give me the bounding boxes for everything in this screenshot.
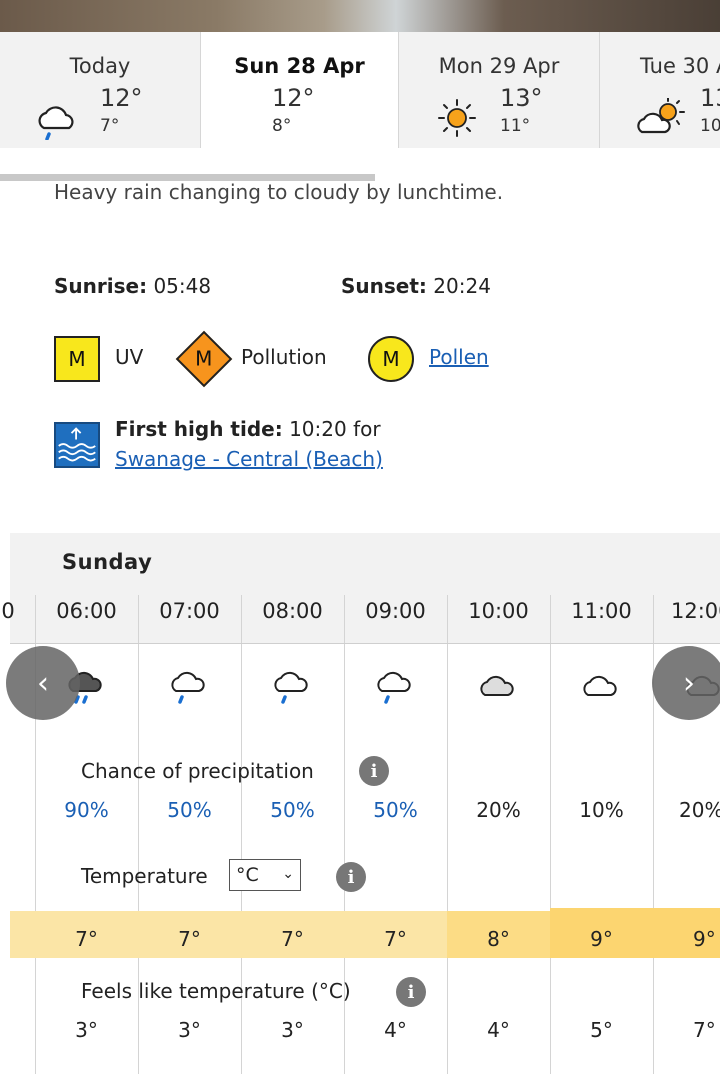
uv-label: UV [115,345,144,369]
pollen-level: M [382,347,400,371]
tab-name: Mon 29 Apr [438,54,560,78]
pollution-badge: M [175,330,233,388]
temperature-info-icon[interactable]: i [336,862,366,892]
feels-like-value: 3° [75,1018,98,1042]
light-rain-icon [274,671,308,704]
scroll-right-button[interactable]: › [652,646,720,720]
hourly-day-label: Sunday [62,550,153,574]
hero-image [0,0,720,32]
feels-like-value: 3° [178,1018,201,1042]
pollution-label: Pollution [241,345,327,369]
sunrise-label: Sunrise: [54,274,148,298]
temperature-value: 7° [75,927,98,951]
feels-like-value: 4° [384,1018,407,1042]
tab-name: Today [69,54,131,78]
precip-value: 20% [476,798,521,822]
precip-label: Chance of precipitation [81,759,314,783]
unit-value: °C [236,864,259,886]
tab-mon-29-apr[interactable]: Mon 29 Apr 13° 11° [399,32,600,148]
feels-like-value: 3° [281,1018,304,1042]
temperature-label: Temperature [81,864,208,888]
scroll-left-button[interactable]: ‹ [6,646,80,720]
pollen-badge: M [368,336,414,382]
tab-min-temp: 7° [100,116,120,136]
temperature-unit-select[interactable]: °C ⌄ [229,859,301,891]
temperature-value: 7° [384,927,407,951]
sunset-label: Sunset: [341,274,427,298]
light-cloud-icon [583,675,617,696]
tab-name: Tue 30 Apr [640,54,720,78]
feels-like-info-icon[interactable]: i [396,977,426,1007]
tide-time: 10:20 for [289,417,381,441]
sunset-time: 20:24 [433,274,491,298]
hour-label: 10:00 [468,599,529,623]
temperature-value: 7° [281,927,304,951]
header-divider [10,643,720,644]
hour-previous: 0 [1,599,15,623]
tab-max-temp: 13° [500,84,543,112]
chevron-left-icon: ‹ [37,665,49,701]
day-tabs: Today 12° 7° Sun 28 Apr 12° 8° Mon 29 Ap… [0,32,720,181]
sunrise-time: 05:48 [153,274,212,298]
tab-min-temp: 11° [500,116,531,136]
tab-sun-28-apr[interactable]: Sun 28 Apr 12° 8° [201,32,399,148]
sun-cloud-icon [637,98,685,134]
tab-min-temp: 10° [700,116,720,136]
column-divider [550,595,551,1074]
hour-label: 09:00 [365,599,426,623]
uv-badge: M [54,336,100,382]
tab-max-temp: 13° [700,84,720,112]
precip-value: 20% [679,798,720,822]
chevron-right-icon: › [683,665,695,701]
hour-label: 08:00 [262,599,323,623]
column-divider [653,595,654,1074]
feels-like-label: Feels like temperature (°C) [81,979,351,1003]
pollen-link[interactable]: Pollen [429,345,489,369]
precip-value: 90% [64,798,109,822]
tide-icon [54,422,100,468]
feels-like-value: 5° [590,1018,613,1042]
rain-cloud-icon [38,106,74,140]
day-summary: Heavy rain changing to cloudy by lunchti… [54,180,504,204]
feels-like-value: 7° [693,1018,716,1042]
hour-label: 12:00 [671,599,720,623]
sunset: Sunset: 20:24 [341,274,491,298]
precip-info-icon[interactable]: i [359,756,389,786]
tab-tue-30-apr[interactable]: Tue 30 Apr 13° 10° [600,32,720,148]
temperature-value: 9° [693,927,716,951]
pollution-level: M [195,346,213,371]
temperature-value: 8° [487,927,510,951]
hourly-forecast: Sunday 0 06:00 07:00 08:00 09:00 10:00 1… [1,533,720,1074]
hour-label: 11:00 [571,599,632,623]
tab-min-temp: 8° [272,116,292,136]
temperature-value: 7° [178,927,201,951]
sunrise: Sunrise: 05:48 [54,274,211,298]
tab-max-temp: 12° [100,84,143,112]
cloud-icon [480,675,514,696]
light-rain-icon [171,671,205,704]
tide-label: First high tide: [115,417,283,441]
precip-value: 50% [167,798,212,822]
precip-value: 50% [373,798,418,822]
tide-info: First high tide: 10:20 for [115,417,381,441]
tab-name: Sun 28 Apr [234,54,365,78]
uv-level: M [68,347,86,371]
light-rain-icon [377,671,411,704]
precip-value: 10% [579,798,624,822]
tab-today[interactable]: Today 12° 7° [0,32,201,148]
hour-label: 06:00 [56,599,117,623]
tide-location-link[interactable]: Swanage - Central (Beach) [115,447,383,471]
feels-like-value: 4° [487,1018,510,1042]
sun-icon [438,99,476,137]
tab-max-temp: 12° [272,84,315,112]
precip-value: 50% [270,798,315,822]
temperature-value: 9° [590,927,613,951]
hour-label: 07:00 [159,599,220,623]
chevron-down-icon: ⌄ [282,866,294,882]
column-divider [447,595,448,1074]
